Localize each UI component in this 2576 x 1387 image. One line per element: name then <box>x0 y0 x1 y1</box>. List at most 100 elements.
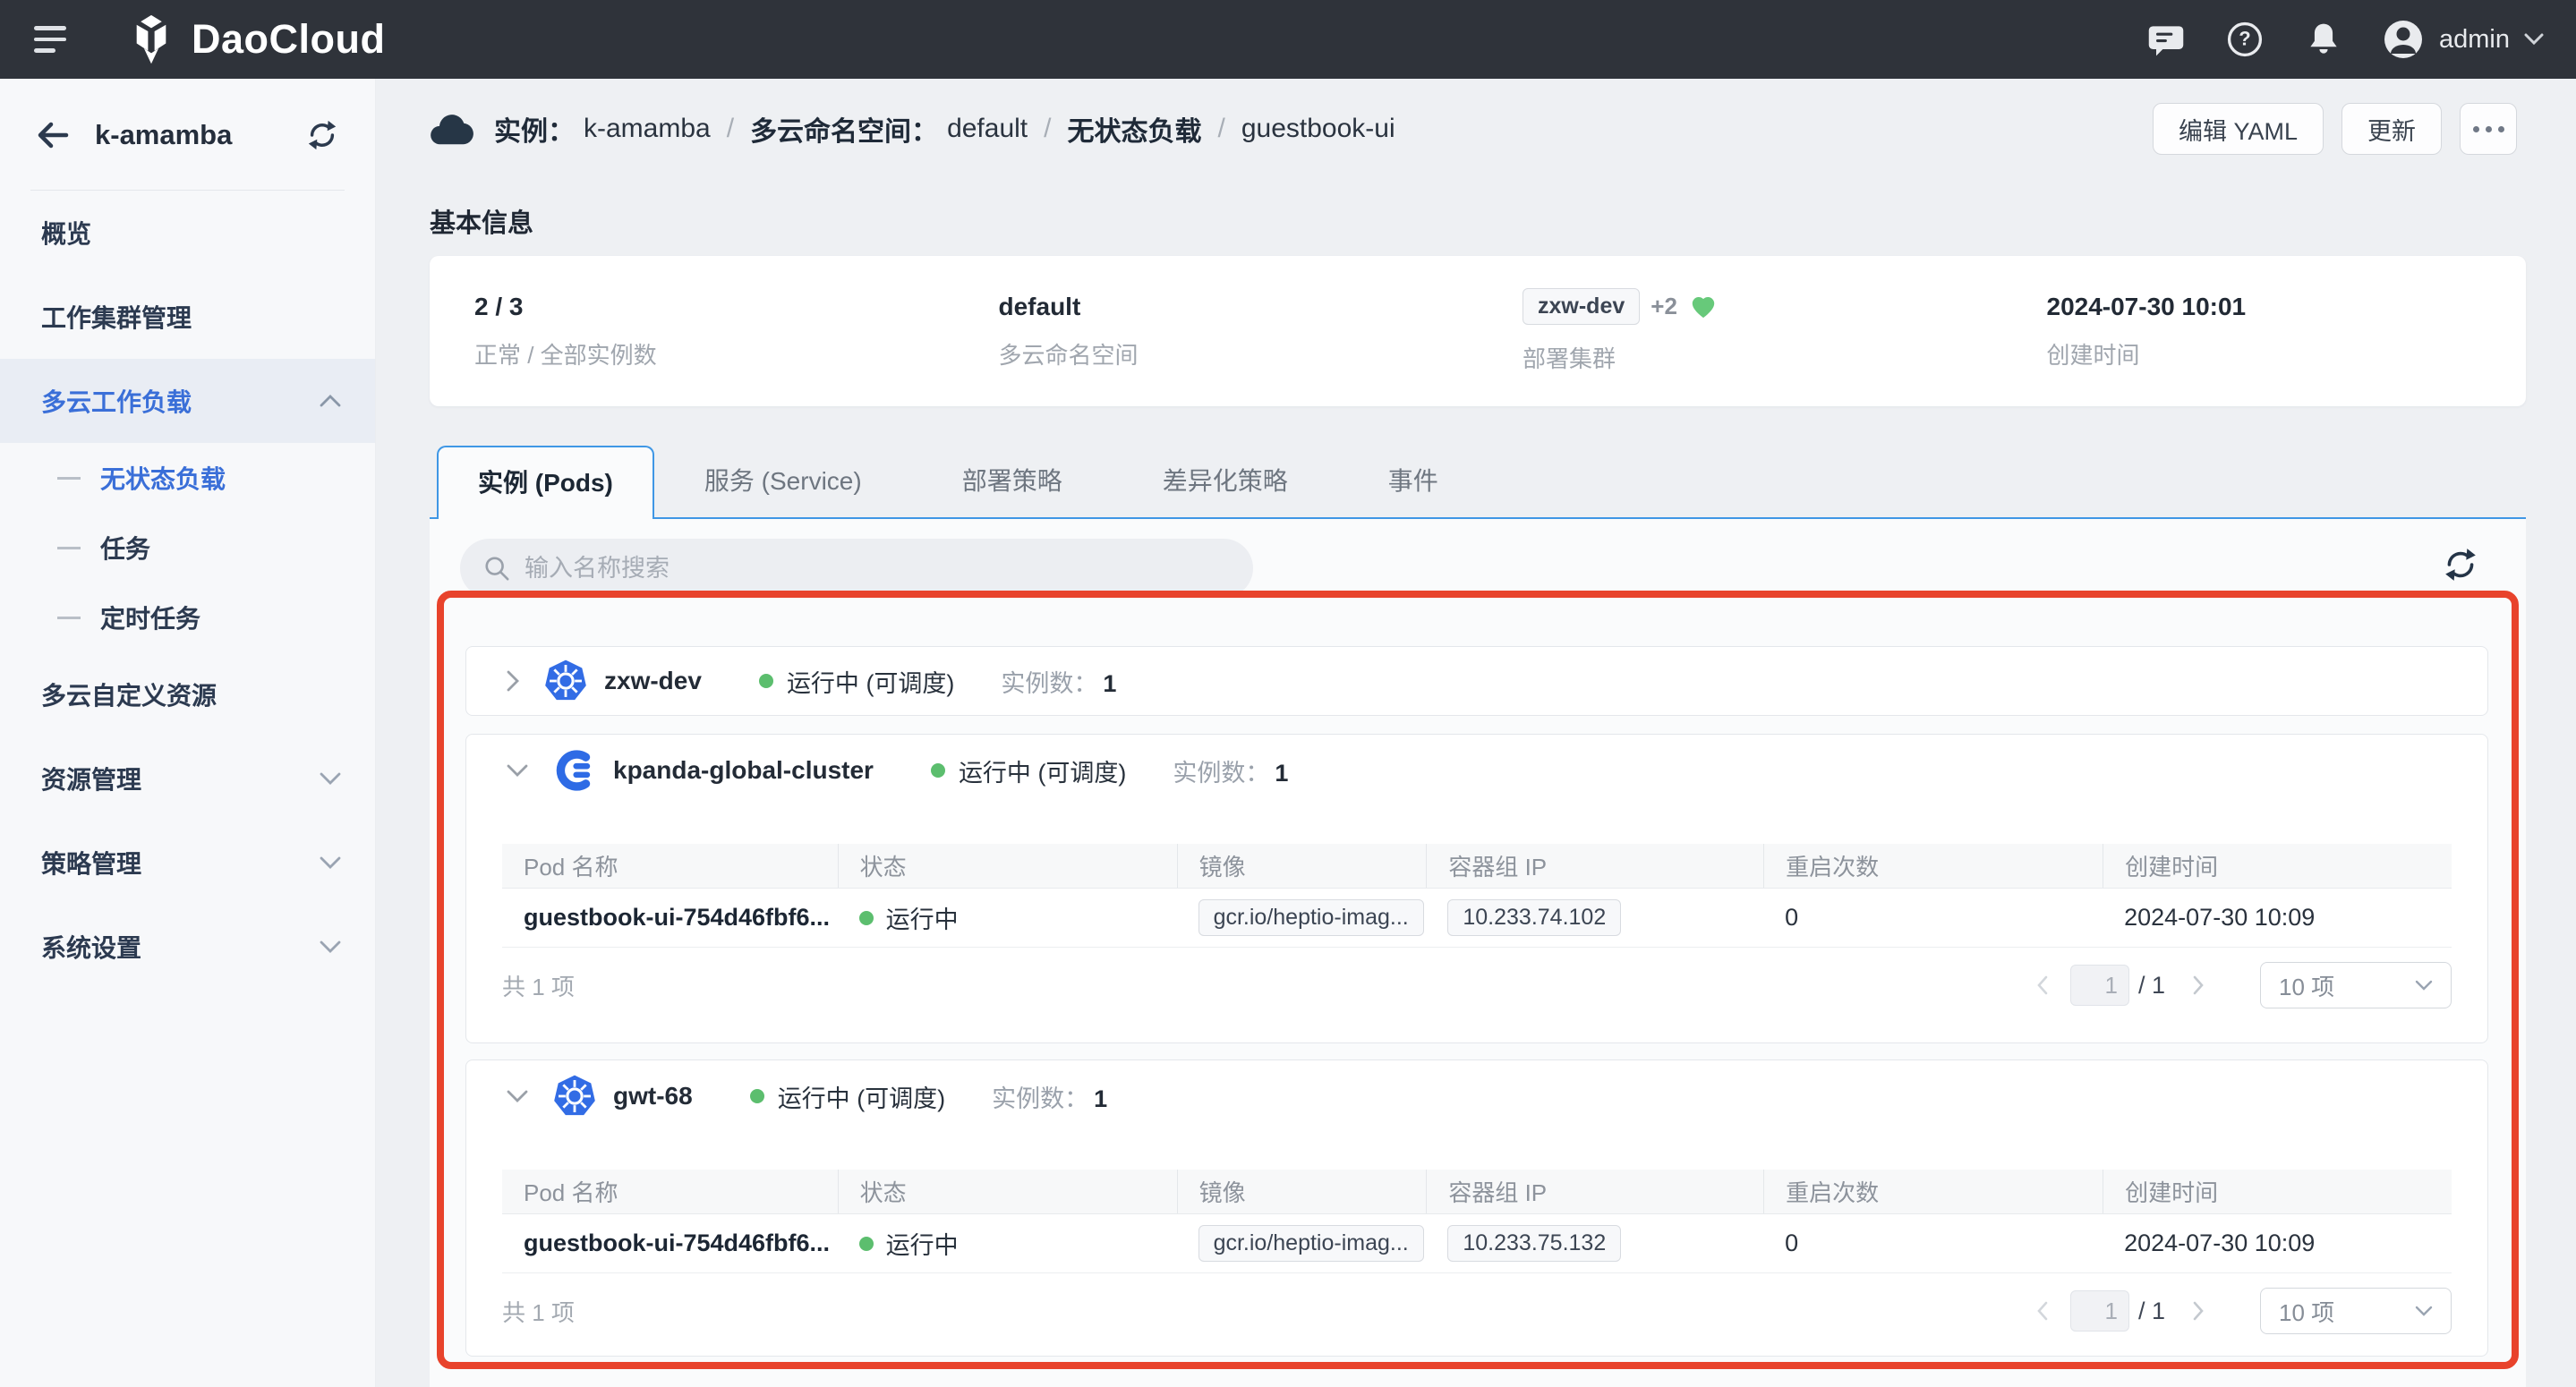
breadcrumb: 实例： k-amamba / 多云命名空间： default / 无状态负载 /… <box>430 109 1395 149</box>
tab-diff-policy[interactable]: 差异化策略 <box>1113 446 1338 519</box>
sidebar-item-resource-mgmt[interactable]: 资源管理 <box>0 736 375 821</box>
cluster-header[interactable]: gwt-68 运行中 (可调度) 实例数：1 <box>466 1060 2487 1132</box>
pod-count: 1 <box>1275 760 1288 787</box>
image-chip[interactable]: gcr.io/heptio-imag... <box>1198 1225 1424 1262</box>
search-icon <box>483 555 510 582</box>
sidebar-item-work-cluster[interactable]: 工作集群管理 <box>0 275 375 359</box>
pod-status: 运行中 <box>886 1226 959 1261</box>
cluster-header[interactable]: kpanda-global-cluster 运行中 (可调度) 实例数：1 <box>466 735 2487 806</box>
info-clusters: zxw-dev +2 部署集群 <box>1478 288 2002 374</box>
feedback-icon[interactable] <box>2145 19 2187 60</box>
status-dot <box>859 1237 874 1251</box>
pod-count: 1 <box>1094 1085 1107 1112</box>
page-number-input[interactable] <box>2070 965 2129 1006</box>
sidebar-item-custom-resources[interactable]: 多云自定义资源 <box>0 652 375 736</box>
chevron-down-icon[interactable] <box>506 763 529 778</box>
table-row: guestbook-ui-754d46fbf6... 运行中 gcr.io/he… <box>502 1214 2452 1273</box>
cluster-status: 运行中 (可调度) <box>787 664 954 699</box>
chevron-down-icon <box>2415 980 2433 991</box>
basic-info-title: 基本信息 <box>430 202 533 240</box>
status-dot <box>750 1089 764 1103</box>
pod-name[interactable]: guestbook-ui-754d46fbf6... <box>524 1230 830 1257</box>
image-chip[interactable]: gcr.io/heptio-imag... <box>1198 899 1424 936</box>
pod-ip-chip[interactable]: 10.233.75.132 <box>1447 1225 1621 1262</box>
cluster-chip[interactable]: zxw-dev <box>1523 288 1640 325</box>
brand-logo[interactable]: DaoCloud <box>125 13 385 65</box>
cluster-header[interactable]: zxw-dev 运行中 (可调度) 实例数：1 <box>466 647 2487 715</box>
crumb-stateless[interactable]: 无状态负载 <box>1067 109 1201 149</box>
page-total: / 1 <box>2138 1298 2165 1325</box>
info-created: 2024-07-30 10:01 创建时间 <box>2002 293 2527 370</box>
sidebar-item-multicloud-workload[interactable]: 多云工作负载 <box>0 359 375 443</box>
heart-icon <box>1690 294 1717 319</box>
pod-status: 运行中 <box>886 900 959 935</box>
help-icon[interactable]: ? <box>2224 19 2265 60</box>
avatar <box>2382 18 2425 61</box>
chevron-right-icon[interactable] <box>506 669 520 693</box>
refresh-icon[interactable] <box>2442 546 2479 583</box>
user-menu[interactable]: admin <box>2382 18 2544 61</box>
prev-page-icon[interactable] <box>2027 974 2058 996</box>
basic-info-card: 2 / 3 正常 / 全部实例数 default 多云命名空间 zxw-dev … <box>430 256 2526 406</box>
crumb-instance-value[interactable]: k-amamba <box>584 114 711 144</box>
pod-ip-chip[interactable]: 10.233.74.102 <box>1447 899 1621 936</box>
username: admin <box>2439 25 2510 55</box>
crumb-workload-name: guestbook-ui <box>1241 114 1395 144</box>
next-page-icon[interactable] <box>2183 974 2213 996</box>
info-replicas: 2 / 3 正常 / 全部实例数 <box>430 293 954 370</box>
table-row: guestbook-ui-754d46fbf6... 运行中 gcr.io/he… <box>502 889 2452 948</box>
kpanda-cluster-icon <box>552 748 597 793</box>
kubernetes-icon <box>543 659 588 703</box>
tab-bar: 实例 (Pods) 服务 (Service) 部署策略 差异化策略 事件 <box>430 446 2526 519</box>
sidebar-item-stateless[interactable]: 无状态负载 <box>0 443 375 513</box>
next-page-icon[interactable] <box>2183 1300 2213 1322</box>
crumb-namespace-value[interactable]: default <box>947 114 1028 144</box>
sidebar-item-system-settings[interactable]: 系统设置 <box>0 905 375 989</box>
tab-deploy-policy[interactable]: 部署策略 <box>912 446 1113 519</box>
cluster-status: 运行中 (可调度) <box>778 1079 945 1114</box>
dash-icon <box>57 547 81 549</box>
prev-page-icon[interactable] <box>2027 1300 2058 1322</box>
table-header-row: Pod 名称 状态 镜像 容器组 IP 重启次数 创建时间 <box>502 1170 2452 1214</box>
tab-events[interactable]: 事件 <box>1338 446 1488 519</box>
cluster-title: k-amamba <box>95 119 305 151</box>
chevron-down-icon <box>2415 1306 2433 1316</box>
dash-icon <box>57 477 81 480</box>
back-arrow-icon[interactable] <box>36 121 70 149</box>
sidebar-item-overview[interactable]: 概览 <box>0 191 375 275</box>
crumb-namespace-label: 多云命名空间： <box>750 109 938 149</box>
pagination: 共 1 项 / 1 10 项 <box>502 948 2452 1023</box>
restart-count: 0 <box>1785 1230 1798 1257</box>
tab-service[interactable]: 服务 (Service) <box>654 446 912 519</box>
page-total: / 1 <box>2138 972 2165 1000</box>
crumb-instance-label: 实例： <box>494 109 575 149</box>
sidebar-item-policy-mgmt[interactable]: 策略管理 <box>0 821 375 905</box>
notification-bell-icon[interactable] <box>2303 19 2344 60</box>
sidebar-item-jobs[interactable]: 任务 <box>0 513 375 583</box>
main-content: 实例： k-amamba / 多云命名空间： default / 无状态负载 /… <box>376 79 2576 1387</box>
pod-name[interactable]: guestbook-ui-754d46fbf6... <box>524 904 830 932</box>
chevron-down-icon <box>320 772 341 785</box>
switch-cluster-icon[interactable] <box>305 118 339 152</box>
cluster-card-zxw-dev: zxw-dev 运行中 (可调度) 实例数：1 <box>465 646 2488 716</box>
pods-table: Pod 名称 状态 镜像 容器组 IP 重启次数 创建时间 guestbook-… <box>502 844 2452 948</box>
status-dot <box>931 763 945 778</box>
pod-count: 1 <box>1103 670 1116 697</box>
page-number-input[interactable] <box>2070 1290 2129 1332</box>
edit-yaml-button[interactable]: 编辑 YAML <box>2153 103 2324 155</box>
search-box[interactable] <box>460 539 1253 598</box>
menu-toggle-icon[interactable] <box>34 26 66 53</box>
chevron-down-icon[interactable] <box>506 1089 529 1103</box>
cluster-more-count[interactable]: +2 <box>1651 293 1677 320</box>
table-header-row: Pod 名称 状态 镜像 容器组 IP 重启次数 创建时间 <box>502 844 2452 889</box>
update-button[interactable]: 更新 <box>2341 103 2442 155</box>
sidebar: k-amamba 概览 工作集群管理 多云工作负载 无状态负载 任务 定时任务 … <box>0 79 376 1387</box>
sidebar-item-cronjobs[interactable]: 定时任务 <box>0 583 375 652</box>
tab-pods[interactable]: 实例 (Pods) <box>437 446 654 519</box>
search-input[interactable] <box>525 555 1230 583</box>
page-size-select[interactable]: 10 项 <box>2260 1288 2452 1334</box>
page-size-select[interactable]: 10 项 <box>2260 962 2452 1008</box>
pods-panel: zxw-dev 运行中 (可调度) 实例数：1 kpanda-global-cl… <box>430 519 2526 1387</box>
chevron-down-icon <box>320 940 341 953</box>
more-actions-button[interactable] <box>2460 103 2517 155</box>
